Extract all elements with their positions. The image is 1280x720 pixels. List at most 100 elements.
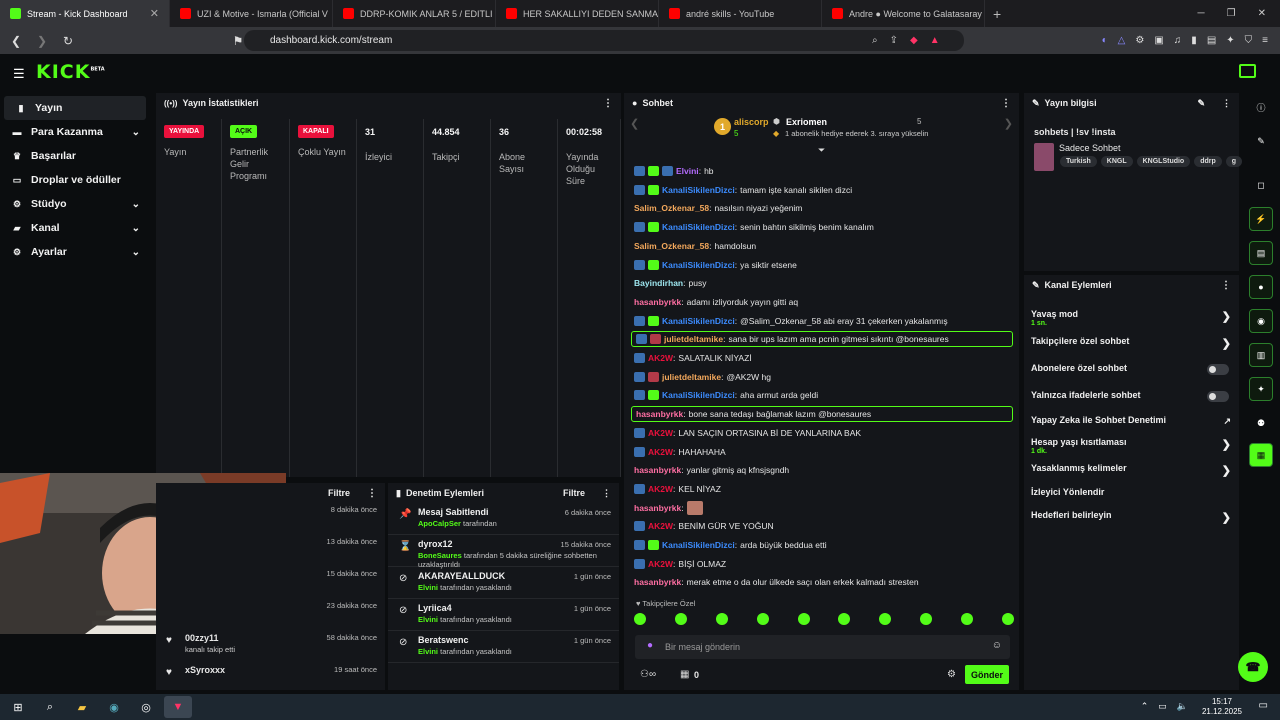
moderation-target[interactable]: Beratswenc [418, 635, 469, 645]
brave-browser-icon[interactable]: ▼ [164, 696, 192, 718]
chat-username[interactable]: hasanbyrkk [634, 503, 681, 513]
extension-icon[interactable]: ◐ [1102, 35, 1108, 46]
chat-message[interactable]: KanaliSikilenDizci: senin bahtın sikilmiş… [634, 219, 874, 235]
chat-username[interactable]: AK2W [648, 559, 673, 569]
chat-message[interactable]: KanaliSikilenDizci: ya siktir etsene [634, 257, 797, 273]
emote-icon[interactable] [715, 613, 728, 625]
extension-icon[interactable]: ⚙ [1135, 35, 1144, 46]
reload-icon[interactable]: ↻ [58, 34, 78, 48]
emote-icon[interactable] [961, 613, 973, 625]
channel-action[interactable]: Yalnızca ifadelerle sohbet [1031, 390, 1233, 402]
chat-username[interactable]: hasanbyrkk [634, 577, 681, 587]
moderator-name[interactable]: Elvini [418, 615, 438, 624]
close-tab-icon[interactable]: ✕ [150, 7, 159, 20]
chat-username[interactable]: julietdeltamike [662, 372, 721, 382]
browser-tab[interactable]: UZI & Motive - Ismarla (Official V [170, 0, 333, 27]
channel-action[interactable]: Takipçilere özel sohbet ❯ [1031, 336, 1233, 350]
chat-username[interactable]: KanaliSikilenDizci [662, 390, 735, 400]
back-icon[interactable]: ❮ [6, 34, 26, 48]
sidebar-item[interactable]: ▰ Kanal ⌄ [0, 216, 150, 240]
chat-message[interactable]: hasanbyrkk: bone sana tedaşı bağlamak laz… [631, 406, 1013, 423]
chevron-down-icon[interactable]: ⌄ [132, 247, 140, 258]
channel-action[interactable]: Yapay Zeka ile Sohbet Denetimi ↗ [1031, 415, 1233, 427]
channel-action[interactable]: Hedefleri belirleyin ❯ [1031, 510, 1233, 524]
chat-message[interactable]: Bayindirhan: pusy [634, 275, 706, 291]
chat-message[interactable]: KanaliSikilenDizci: tamam işte kanalı sik… [634, 182, 852, 198]
chat-message[interactable]: AK2W: BİŞİ OLMAZ [634, 556, 726, 572]
emote-icon[interactable] [838, 613, 851, 625]
emote-icon[interactable] [634, 613, 646, 625]
chevron-up-icon[interactable]: ⌃ [1141, 701, 1149, 712]
storage-icon[interactable]: ▥ [1249, 343, 1273, 367]
calendar-icon[interactable]: ▦ [1249, 443, 1273, 467]
chat-message[interactable]: Salim_Ozkenar_58: hamdolsun [634, 238, 756, 254]
moderator-name[interactable]: Elvini [418, 583, 438, 592]
chat-username[interactable]: Bayindirhan [634, 278, 683, 288]
chat-username[interactable]: AK2W [648, 447, 673, 457]
moderator-name[interactable]: BoneSaures [418, 551, 462, 560]
sidebar-item[interactable]: ▮ Yayın [4, 96, 146, 120]
tag-chip[interactable]: g [1225, 156, 1243, 167]
chevron-right-icon[interactable]: ❯ [1222, 464, 1231, 477]
filter-button[interactable]: Filtre [563, 488, 585, 498]
minimize-icon[interactable]: ─ [1198, 8, 1205, 19]
channel-action[interactable]: İzleyici Yönlendir [1031, 487, 1233, 497]
chat-username[interactable]: KanaliSikilenDizci [662, 316, 735, 326]
vpn-icon[interactable]: ⛉ [1245, 35, 1253, 46]
event-user[interactable]: 00zzy11 [185, 633, 219, 643]
kick-logo[interactable]: KICKBETA [36, 61, 105, 83]
chevron-right-icon[interactable]: ❯ [1222, 438, 1231, 451]
channel-action[interactable]: Abonelere özel sohbet [1031, 363, 1233, 375]
browser-tab[interactable]: Stream - Kick Dashboard ✕ [0, 0, 170, 27]
sidebar-item[interactable]: ⚙ Stüdyo ⌄ [0, 192, 150, 216]
chat-message[interactable]: hasanbyrkk: [634, 500, 703, 516]
chat-input[interactable]: ● Bir mesaj gönderin ☺ [635, 635, 1010, 659]
chat-message[interactable]: hasanbyrkk: adamı izliyorduk yayın gitti … [634, 294, 798, 310]
music-icon[interactable]: ♫ [1174, 35, 1182, 46]
broadcast-icon[interactable]: ◉ [1249, 309, 1273, 333]
moderation-target[interactable]: dyrox12 [418, 539, 453, 549]
chat-bubble-icon[interactable]: ● [1249, 275, 1273, 299]
chat-message[interactable]: KanaliSikilenDizci: @Salim_Ozkenar_58 abi… [634, 313, 948, 329]
toggle-switch[interactable] [1207, 364, 1229, 375]
chat-message[interactable]: julietdeltamike: @AK2W hg [634, 369, 771, 385]
extension-icon[interactable]: ▣ [1154, 35, 1163, 46]
chat-message[interactable]: AK2W: HAHAHAHA [634, 444, 726, 460]
app-icon[interactable]: ◎ [132, 696, 160, 718]
browser-tab[interactable]: HER SAKALLIYI DEDEN SANMA | SSni [496, 0, 659, 27]
chat-message[interactable]: AK2W: BENİM GÜR VE YOĞUN [634, 518, 774, 534]
notification-icon[interactable]: ▭ [1259, 700, 1268, 711]
emote-icon[interactable] [1001, 613, 1014, 625]
chat-username[interactable]: Salim_Ozkenar_58 [634, 241, 709, 251]
new-tab-icon[interactable]: + [993, 6, 1001, 22]
browser-tab[interactable]: Andre ● Welcome to Galatasaray [822, 0, 985, 27]
chevron-right-icon[interactable]: ❯ [1222, 511, 1231, 524]
zoom-icon[interactable]: ⌕ [872, 35, 878, 46]
moderation-target[interactable]: AKARAYEALLDUCK [418, 571, 505, 581]
chat-username[interactable]: julietdeltamike [664, 334, 723, 344]
chat-username[interactable]: AK2W [648, 428, 673, 438]
extension-icon[interactable]: △ [1118, 35, 1126, 46]
menu-icon[interactable]: ≡ [1262, 35, 1268, 46]
forward-icon[interactable]: ❯ [32, 34, 52, 48]
tag-chip[interactable]: KNGLStudio [1136, 156, 1191, 167]
tag-chip[interactable]: ddrp [1194, 156, 1222, 167]
sidebar-item[interactable]: ▬ Para Kazanma ⌄ [0, 120, 150, 144]
emote-icon[interactable] [920, 613, 933, 625]
close-window-icon[interactable]: ✕ [1258, 8, 1266, 19]
browser-tab[interactable]: andré skills - YouTube [659, 0, 822, 27]
chat-message[interactable]: AK2W: LAN SAÇIN ORTASINA Bİ DE YANLARINA … [634, 425, 861, 441]
bolt-icon[interactable]: ⚡ [1249, 207, 1273, 231]
chat-username[interactable]: hasanbyrkk [636, 409, 683, 419]
clock[interactable]: 15:17 21.12.2025 [1202, 697, 1242, 717]
chat-username[interactable]: KanaliSikilenDizci [662, 260, 735, 270]
channel-action[interactable]: Hesap yaşı kısıtlaması 1 dk. ❯ [1031, 437, 1233, 455]
external-link-icon[interactable]: ↗ [1223, 416, 1231, 427]
chevron-down-icon[interactable]: ⌄ [132, 127, 140, 138]
chat-username[interactable]: KanaliSikilenDizci [662, 540, 735, 550]
leo-icon[interactable]: ✦ [1226, 35, 1234, 46]
moderator-name[interactable]: ApoCalpSer [418, 519, 461, 528]
pencil-icon[interactable]: ✎ [1249, 129, 1273, 153]
chat-username[interactable]: Elvini [676, 166, 699, 176]
browser-tab[interactable]: DDRP-KOMIK ANLAR 5 / EDITLI - You [333, 0, 496, 27]
